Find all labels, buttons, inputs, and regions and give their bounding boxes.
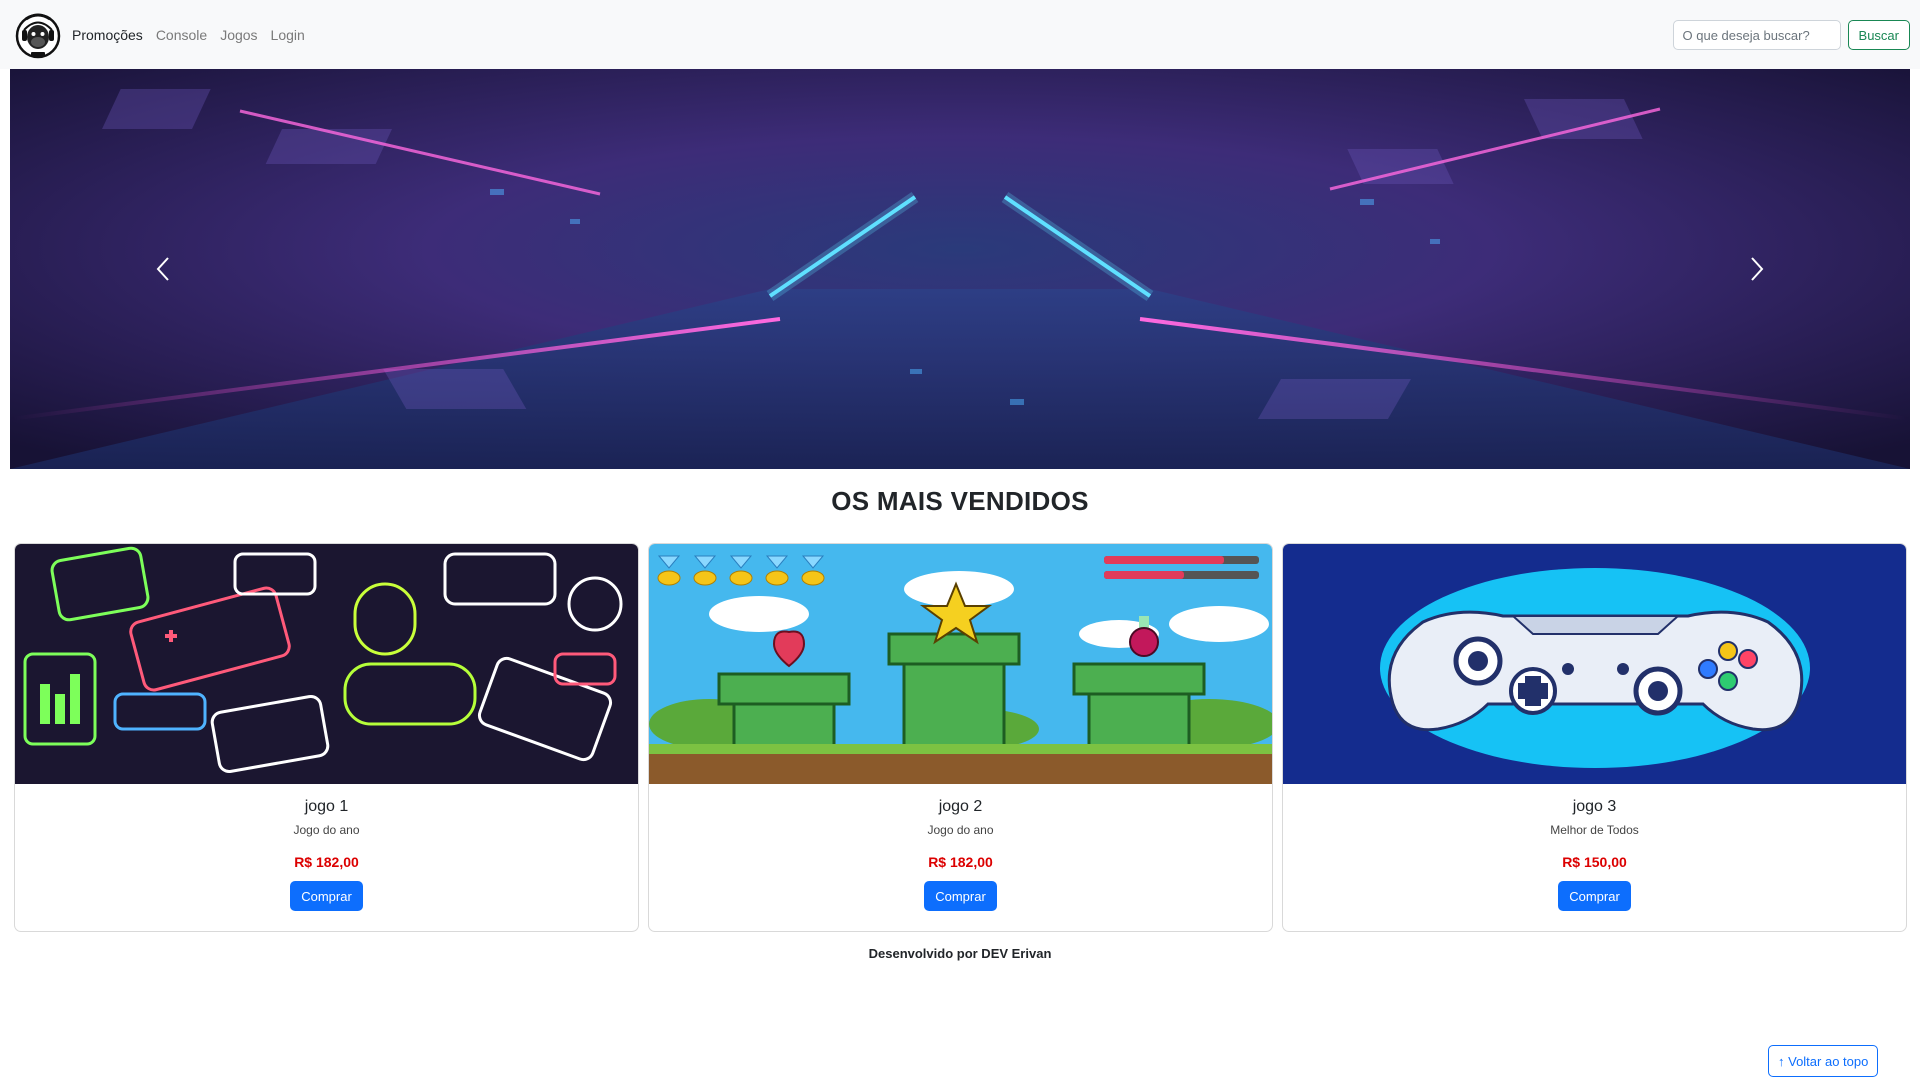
chevron-right-icon: [1751, 257, 1764, 281]
nav-link-login[interactable]: Login: [271, 25, 305, 45]
nav-link-console[interactable]: Console: [156, 25, 207, 45]
product-title: jogo 2: [938, 798, 983, 815]
product-image-controller: [1283, 544, 1906, 784]
carousel-next-button[interactable]: [1687, 69, 1827, 469]
card-body: jogo 2 Jogo do ano R$ 182,00 Comprar: [649, 784, 1272, 911]
product-card: jogo 1 Jogo do ano R$ 182,00 Comprar: [14, 543, 639, 932]
product-card: jogo 3 Melhor de Todos R$ 150,00 Comprar: [1282, 543, 1907, 932]
buy-button[interactable]: Comprar: [1558, 881, 1631, 911]
product-subtitle: Melhor de Todos: [1550, 823, 1639, 837]
product-cards: jogo 1 Jogo do ano R$ 182,00 Comprar jog…: [14, 543, 1907, 932]
nav-link-jogos[interactable]: Jogos: [220, 25, 257, 45]
product-image-neon-gamepads: [15, 544, 638, 784]
search-button[interactable]: Buscar: [1847, 20, 1910, 50]
product-title: jogo 1: [304, 798, 349, 815]
product-card: jogo 2 Jogo do ano R$ 182,00 Comprar: [648, 543, 1273, 932]
nav-link-promocoes[interactable]: Promoções: [72, 25, 143, 45]
product-subtitle: Jogo do ano: [293, 823, 360, 837]
product-price: R$ 150,00: [1562, 854, 1627, 870]
product-price: R$ 182,00: [928, 854, 993, 870]
card-body: jogo 1 Jogo do ano R$ 182,00 Comprar: [15, 784, 638, 911]
carousel-prev-button[interactable]: [93, 69, 233, 469]
carousel-banner-image: [10, 69, 1910, 469]
back-to-top-button[interactable]: ↑ Voltar ao topo: [1768, 1045, 1879, 1077]
search-form: Buscar: [1672, 20, 1910, 50]
product-price: R$ 182,00: [294, 854, 359, 870]
footer-credit: Desenvolvido por DEV Erivan: [868, 946, 1052, 961]
buy-button[interactable]: Comprar: [924, 881, 997, 911]
product-image-pixel-platformer: [649, 544, 1272, 784]
product-subtitle: Jogo do ano: [927, 823, 994, 837]
section-title: OS MAIS VENDIDOS: [831, 486, 1089, 516]
card-body: jogo 3 Melhor de Todos R$ 150,00 Comprar: [1283, 784, 1906, 911]
product-title: jogo 3: [1572, 798, 1617, 815]
chevron-left-icon: [156, 257, 169, 281]
hero-carousel: [10, 69, 1910, 469]
navbar: Promoções Console Jogos Login Buscar: [0, 0, 1920, 69]
search-input[interactable]: [1672, 20, 1841, 50]
nav-links: Promoções Console Jogos Login: [72, 25, 318, 45]
brand-logo[interactable]: [14, 9, 62, 59]
buy-button[interactable]: Comprar: [290, 881, 363, 911]
